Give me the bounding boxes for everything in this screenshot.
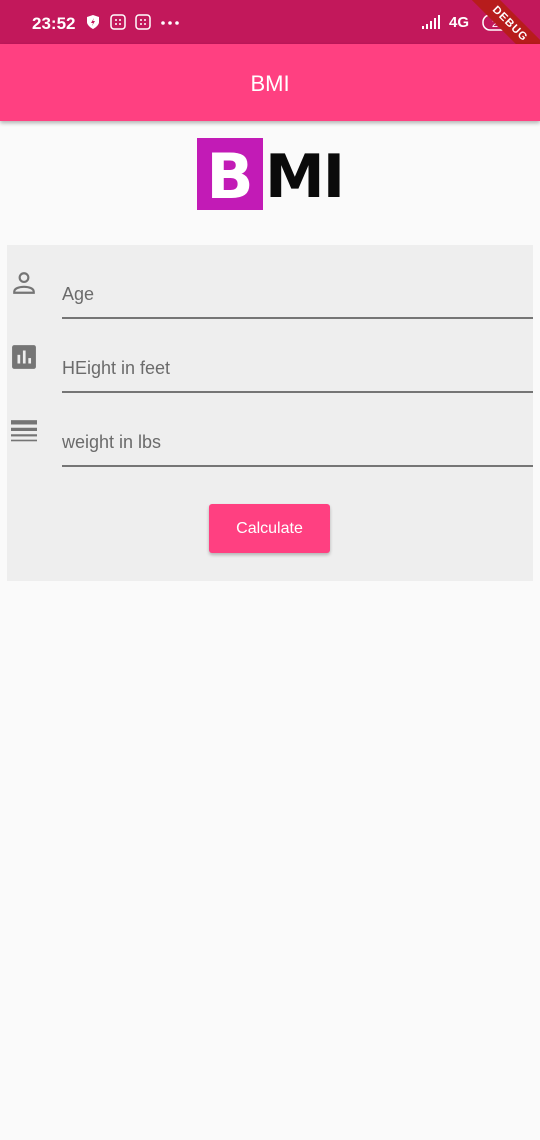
sim-card-icon bbox=[110, 14, 126, 30]
app-bar: BMI bbox=[0, 44, 540, 121]
shield-icon bbox=[87, 15, 99, 29]
line-weight-icon bbox=[11, 420, 37, 442]
logo-letters-mi: MI bbox=[265, 142, 345, 212]
network-type: 4G bbox=[449, 14, 470, 31]
status-time: 23:52 bbox=[32, 14, 76, 33]
person-icon bbox=[13, 272, 35, 294]
logo-b-block: B bbox=[197, 138, 263, 213]
bar-chart-icon bbox=[12, 345, 36, 369]
logo-letter-b: B bbox=[206, 140, 254, 213]
status-bar: 23:52 4G 26 bbox=[0, 0, 540, 44]
calculate-button[interactable]: Calculate bbox=[209, 504, 330, 553]
app-title: BMI bbox=[250, 71, 290, 96]
weight-field-row bbox=[7, 393, 533, 467]
signal-icon bbox=[422, 15, 440, 29]
bmi-logo: B MI bbox=[197, 138, 345, 213]
bmi-form-card: Calculate bbox=[7, 245, 533, 581]
weight-input[interactable] bbox=[62, 393, 533, 467]
age-field-row bbox=[7, 245, 533, 319]
sim-card-icon-2 bbox=[135, 14, 151, 30]
more-dots-icon bbox=[161, 21, 179, 25]
height-field-row bbox=[7, 319, 533, 393]
height-input[interactable] bbox=[62, 319, 533, 393]
age-input[interactable] bbox=[62, 245, 533, 319]
